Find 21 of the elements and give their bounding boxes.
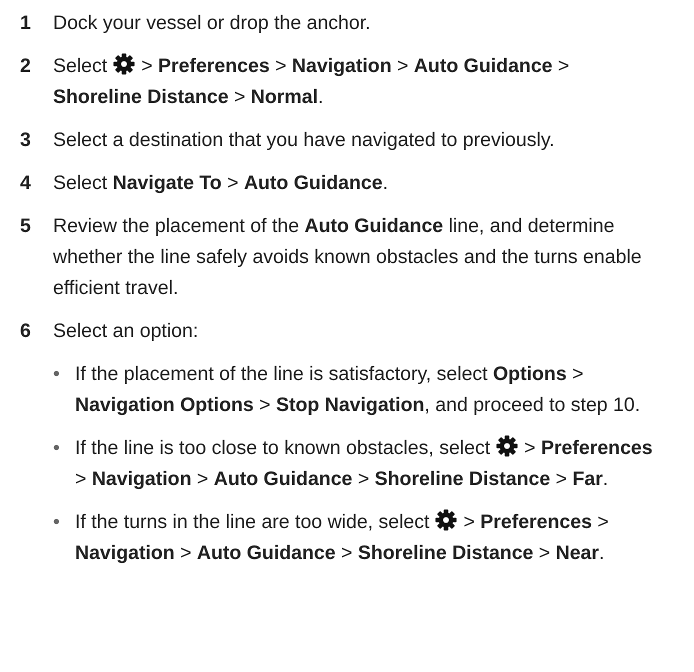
step-number: 5 [20, 214, 32, 239]
step-text: If the line is too close to known obstacles, select > Preferences > Navigation > Auto Guidance > Shoreline Distance > Far. [75, 434, 654, 492]
gear-icon [435, 509, 458, 531]
step-number: 2 [20, 54, 32, 79]
gear-icon [113, 53, 136, 75]
step-text: Select Navigate To > Auto Guidance. [53, 171, 390, 196]
step-text: Select > Preferences > Navigation > Auto Guidance > Shoreline Distance > Normal. [53, 52, 570, 110]
step-text: Review the placement of the Auto Guidance line, and determine whether the line safely avoids known obstacles and the turns enable efficient travel. [53, 214, 643, 301]
step-number: 4 [20, 171, 32, 196]
step-text: Select a destination that you have navigated to previously. [53, 128, 556, 153]
bullet: • [53, 362, 61, 387]
step-text: Select an option: [53, 319, 200, 344]
gear-icon [496, 435, 518, 457]
step-text: If the turns in the line are too wide, select > Preferences > Navigation > Auto Guidance > Shoreline Distance > Near. [75, 508, 610, 566]
step-text: Dock your vessel or drop the anchor. [53, 11, 372, 36]
step-number: 6 [20, 319, 32, 344]
step-text: If the placement of the line is satisfactory, select Options > Navigation Options > Stop Navigation, and proceed to step 10. [75, 362, 642, 418]
step-number: 3 [20, 128, 32, 153]
step-number: 1 [20, 11, 32, 36]
bullet: • [53, 436, 61, 461]
bullet: • [53, 510, 61, 535]
